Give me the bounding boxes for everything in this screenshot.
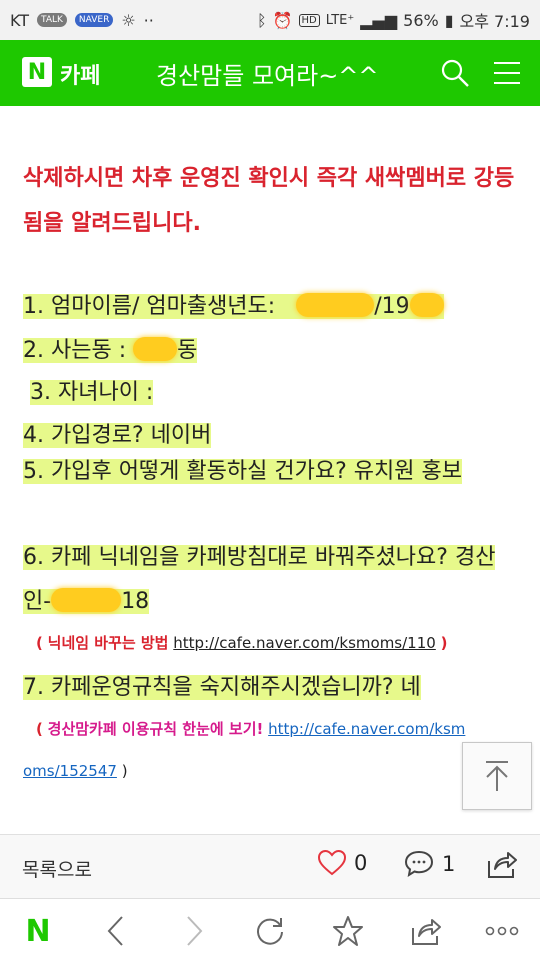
back-to-list-button[interactable]: 목록으로 xyxy=(22,855,92,882)
comment-icon xyxy=(404,850,434,878)
cafe-header: N 카페 경산맘들 모여라~^^ xyxy=(0,40,540,106)
question-5: 5. 가입후 어떻게 활동하실 건가요? 유치원 홍보 xyxy=(23,450,523,494)
network-label: LTE⁺ xyxy=(325,12,355,28)
more-icon[interactable] xyxy=(484,913,520,949)
star-icon[interactable] xyxy=(330,913,366,949)
nickname-help-link[interactable]: http://cafe.naver.com/ksmoms/110 xyxy=(173,634,436,652)
status-bar: KT TALK NAVER ☼ ·· ᛒ ⏰ HD LTE⁺ ▂▄▆ 56% ▮… xyxy=(0,0,540,40)
rules-help-cont: oms/152547 ) xyxy=(23,762,128,780)
question-2-label: 2. 사는동 : xyxy=(23,338,127,363)
refresh-icon[interactable] xyxy=(252,913,288,949)
paren-open: ( xyxy=(36,634,43,652)
question-5-label: 5. 가입후 어떻게 활동하실 건가요? 유치원 홍보 xyxy=(23,459,462,484)
question-1-label: 1. 엄마이름/ 엄마출생년도: xyxy=(23,294,276,319)
question-2-suffix: 동 xyxy=(177,338,198,363)
menu-icon[interactable] xyxy=(492,58,522,88)
question-4: 4. 가입경로? 네이버 xyxy=(23,417,212,449)
paren-close: ) xyxy=(440,634,448,652)
share-icon xyxy=(488,852,517,878)
naver-home-button[interactable]: N xyxy=(20,913,56,949)
redacted-blur xyxy=(51,588,122,612)
like-count: 0 xyxy=(354,851,368,875)
battery-percent: 56% xyxy=(403,10,439,30)
rules-help: ( 경산맘카페 이용규칙 한눈에 보기! http://cafe.naver.c… xyxy=(36,718,465,739)
paren-close: ) xyxy=(121,762,128,780)
redacted-blur xyxy=(133,337,178,361)
question-1-separator: /19 xyxy=(374,294,410,319)
battery-icon: ▮ xyxy=(444,10,454,30)
cafe-title[interactable]: 경산맘들 모여라~^^ xyxy=(156,56,379,91)
share-page-icon[interactable] xyxy=(408,913,444,949)
post-content: 삭제하시면 차후 운영진 확인시 즉각 새싹멤버로 강등됨을 알려드립니다. 1… xyxy=(0,106,540,834)
post-action-bar: 목록으로 0 1 xyxy=(0,834,540,899)
comment-button[interactable]: 1 xyxy=(404,850,455,878)
question-3-label: 3. 자녀나이 : xyxy=(30,380,154,405)
share-button[interactable] xyxy=(486,849,518,883)
notice-text: 삭제하시면 차후 운영진 확인시 즉각 새싹멤버로 강등됨을 알려드립니다. xyxy=(23,166,515,236)
heart-icon xyxy=(318,850,346,876)
back-icon[interactable] xyxy=(98,913,134,949)
signal-icon: ▂▄▆ xyxy=(360,10,398,30)
alarm-icon: ⏰ xyxy=(272,10,293,30)
question-7-label: 7. 카페운영규칙을 숙지해주시겠습니까? 네 xyxy=(23,675,421,700)
browser-nav-bar: N xyxy=(0,898,540,961)
redacted-blur xyxy=(296,293,375,317)
naver-badge: NAVER xyxy=(74,13,114,27)
question-4-label: 4. 가입경로? 네이버 xyxy=(23,423,212,448)
carrier-label: KT xyxy=(10,10,30,30)
scroll-top-icon xyxy=(486,761,508,791)
more-notifications-icon: ·· xyxy=(143,10,154,30)
redacted-blur xyxy=(409,293,444,317)
question-3: 3. 자녀나이 : xyxy=(30,374,154,406)
weather-icon: ☼ xyxy=(121,10,136,30)
nickname-help: ( 닉네임 바꾸는 방법 http://cafe.naver.com/ksmom… xyxy=(36,632,447,653)
cafe-label[interactable]: 카페 xyxy=(60,58,100,90)
comment-count: 1 xyxy=(442,852,456,876)
question-6-suffix: 18 xyxy=(121,589,150,614)
rules-link[interactable]: http://cafe.naver.com/ksm xyxy=(268,720,465,738)
question-2: 2. 사는동 : 동 xyxy=(23,332,198,364)
talk-badge: TALK xyxy=(37,13,67,27)
like-button[interactable]: 0 xyxy=(318,850,367,876)
paren-open: ( xyxy=(36,720,43,738)
forward-icon[interactable] xyxy=(176,913,212,949)
nickname-help-label: 닉네임 바꾸는 방법 xyxy=(47,634,169,652)
scroll-top-button[interactable] xyxy=(462,742,532,810)
naver-logo[interactable]: N xyxy=(22,57,52,87)
question-7: 7. 카페운영규칙을 숙지해주시겠습니까? 네 xyxy=(23,669,421,701)
rules-link-cont[interactable]: oms/152547 xyxy=(23,762,117,780)
bluetooth-icon: ᛒ xyxy=(256,10,267,30)
hd-badge: HD xyxy=(298,13,320,27)
search-icon[interactable] xyxy=(440,58,470,88)
rules-help-label: 경산맘카페 이용규칙 한눈에 보기! xyxy=(47,720,264,738)
question-6: 6. 카페 닉네임을 카페방침대로 바꿔주셨나요? 경산인- 18 xyxy=(23,536,523,624)
clock: 오후 7:19 xyxy=(459,12,530,31)
question-1: 1. 엄마이름/ 엄마출생년도: /19 xyxy=(23,288,444,320)
